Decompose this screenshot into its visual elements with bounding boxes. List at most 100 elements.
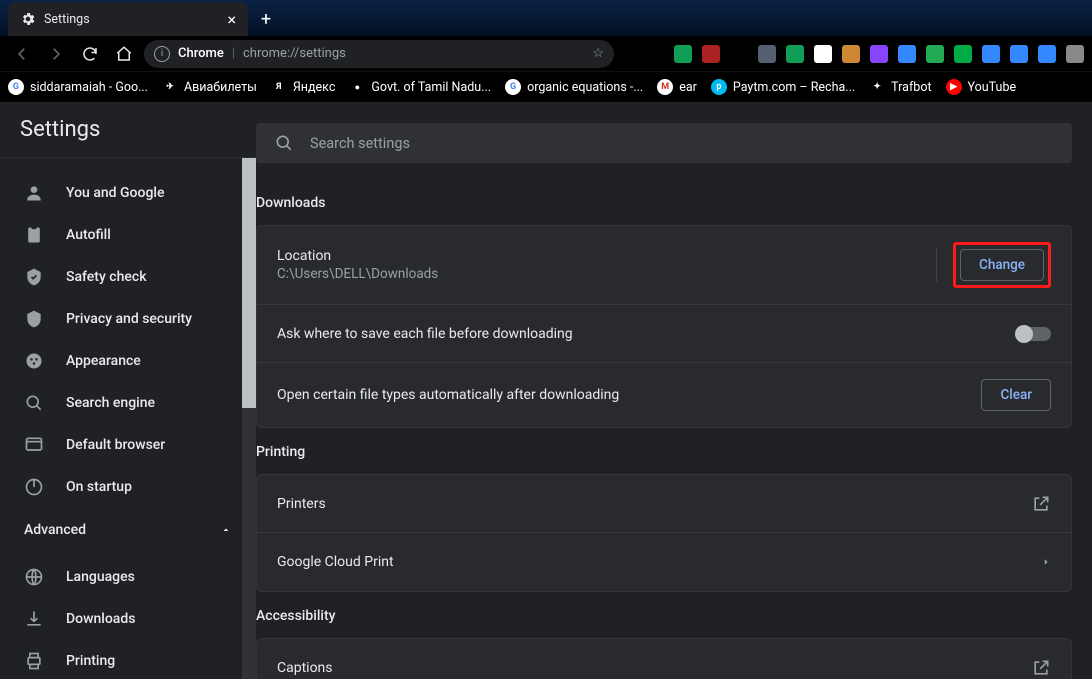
sidebar-item[interactable]: Default browser <box>0 424 256 466</box>
location-label: Location <box>277 248 928 264</box>
home-button[interactable] <box>110 40 138 68</box>
location-value: C:\Users\DELL\Downloads <box>277 266 928 282</box>
google-cloud-print-row[interactable]: Google Cloud Print <box>257 533 1071 591</box>
bookmark-item[interactable]: ▶YouTube <box>946 79 1017 95</box>
favicon: M <box>657 79 673 95</box>
bookmark-item[interactable]: ЯЯндекс <box>271 79 336 95</box>
printing-card: Printers Google Cloud Print <box>256 474 1072 592</box>
change-button[interactable]: Change <box>960 249 1044 281</box>
extension-icon[interactable] <box>1066 45 1084 63</box>
sidebar-item-label: Default browser <box>66 437 165 453</box>
ask-where-label: Ask where to save each file before downl… <box>277 326 1017 342</box>
url-text: chrome://settings <box>243 46 346 61</box>
gcloud-label: Google Cloud Print <box>277 554 1041 570</box>
sidebar-item[interactable]: Appearance <box>0 340 256 382</box>
external-link-icon <box>1031 494 1051 514</box>
sidebar-item-label: Search engine <box>66 395 155 411</box>
sidebar-item[interactable]: Privacy and security <box>0 298 256 340</box>
sidebar-icon <box>24 435 44 455</box>
bookmark-label: Trafbot <box>891 80 931 95</box>
sidebar-item[interactable]: Autofill <box>0 214 256 256</box>
favicon: p <box>711 79 727 95</box>
favicon: G <box>505 79 521 95</box>
extension-icon[interactable] <box>842 45 860 63</box>
sidebar-icon <box>24 651 44 671</box>
ask-where-toggle[interactable] <box>1017 327 1051 341</box>
captions-row[interactable]: Captions <box>257 639 1071 679</box>
bookmark-label: ear <box>679 80 697 95</box>
sidebar-item-label: Appearance <box>66 353 141 369</box>
extension-icon[interactable] <box>982 45 1000 63</box>
sidebar-item[interactable]: Printing <box>0 640 256 679</box>
sidebar-icon <box>24 567 44 587</box>
sidebar: Settings You and Google Autofill Safety ch… <box>0 102 256 679</box>
search-placeholder: Search settings <box>310 135 410 152</box>
auto-open-label: Open certain file types automatically af… <box>277 387 981 403</box>
search-settings[interactable]: Search settings <box>256 123 1072 163</box>
sidebar-item-label: Downloads <box>66 611 135 627</box>
extension-icon[interactable] <box>674 45 692 63</box>
sidebar-list: You and Google Autofill Safety check Privac… <box>0 158 256 508</box>
sidebar-item[interactable]: Search engine <box>0 382 256 424</box>
extension-icon[interactable] <box>730 45 748 63</box>
bookmark-item[interactable]: Mear <box>657 79 697 95</box>
bookmark-label: organic equations -... <box>527 80 643 95</box>
extension-icon[interactable] <box>1010 45 1028 63</box>
bookmark-star-icon[interactable]: ☆ <box>592 46 604 61</box>
bookmark-item[interactable]: Gsiddaramaiah - Goo... <box>8 79 148 95</box>
sidebar-item[interactable]: Languages <box>0 556 256 598</box>
extension-icon[interactable] <box>926 45 944 63</box>
scrollbar-thumb[interactable] <box>242 158 256 408</box>
close-icon[interactable]: × <box>227 10 236 29</box>
bookmark-item[interactable]: ✦Trafbot <box>869 79 931 95</box>
extension-icons <box>674 45 1084 63</box>
accessibility-card: Captions <box>256 638 1072 679</box>
favicon: ✈ <box>162 79 178 95</box>
bookmark-item[interactable]: ●Govt. of Tamil Nadu... <box>349 79 491 95</box>
main-content: Search settings Downloads Location C:\Us… <box>256 102 1092 679</box>
extension-icon[interactable] <box>814 45 832 63</box>
sidebar-icon <box>24 225 44 245</box>
reload-button[interactable] <box>76 40 104 68</box>
sidebar-item-label: You and Google <box>66 185 164 201</box>
extension-icon[interactable] <box>870 45 888 63</box>
extension-icon[interactable] <box>758 45 776 63</box>
external-link-icon <box>1031 658 1051 678</box>
site-info-icon[interactable]: i <box>154 46 170 62</box>
ask-where-row: Ask where to save each file before downl… <box>257 305 1071 363</box>
bookmark-label: Авиабилеты <box>184 80 257 95</box>
sidebar-item-label: Privacy and security <box>66 311 192 327</box>
bookmarks-bar: Gsiddaramaiah - Goo... ✈ Авиабилеты ЯЯндекс… <box>0 72 1092 102</box>
sidebar-item[interactable]: You and Google <box>0 172 256 214</box>
sidebar-item-label: Printing <box>66 653 115 669</box>
bookmark-item[interactable]: pPaytm.com – Recha... <box>711 79 855 95</box>
gear-icon <box>20 11 36 27</box>
bookmark-item[interactable]: Gorganic equations -... <box>505 79 643 95</box>
section-title-printing: Printing <box>256 444 1072 460</box>
clear-button[interactable]: Clear <box>981 379 1051 411</box>
bookmark-label: YouTube <box>968 80 1017 95</box>
extension-icon[interactable] <box>1038 45 1056 63</box>
bookmark-item[interactable]: ✈ Авиабилеты <box>162 79 257 95</box>
address-bar[interactable]: i Chrome | chrome://settings ☆ <box>144 40 614 68</box>
forward-button[interactable] <box>42 40 70 68</box>
browser-tab[interactable]: Settings × <box>8 2 248 36</box>
sidebar-item[interactable]: Downloads <box>0 598 256 640</box>
extension-icon[interactable] <box>954 45 972 63</box>
back-button[interactable] <box>8 40 36 68</box>
tab-strip: Settings × + <box>0 0 1092 36</box>
sidebar-item[interactable]: On startup <box>0 466 256 508</box>
extension-icon[interactable] <box>702 45 720 63</box>
highlight-box: Change <box>953 242 1051 288</box>
sidebar-group-advanced[interactable]: Advanced <box>0 508 256 542</box>
sidebar-item[interactable]: Safety check <box>0 256 256 298</box>
scrollbar[interactable] <box>242 158 256 679</box>
bookmark-label: Яндекс <box>293 80 336 95</box>
printers-row[interactable]: Printers <box>257 475 1071 533</box>
sidebar-item-label: Autofill <box>66 227 111 243</box>
extension-icon[interactable] <box>898 45 916 63</box>
new-tab-button[interactable]: + <box>252 5 280 33</box>
download-location-row: Location C:\Users\DELL\Downloads Change <box>257 226 1071 305</box>
page-header: Settings <box>0 102 256 158</box>
extension-icon[interactable] <box>786 45 804 63</box>
